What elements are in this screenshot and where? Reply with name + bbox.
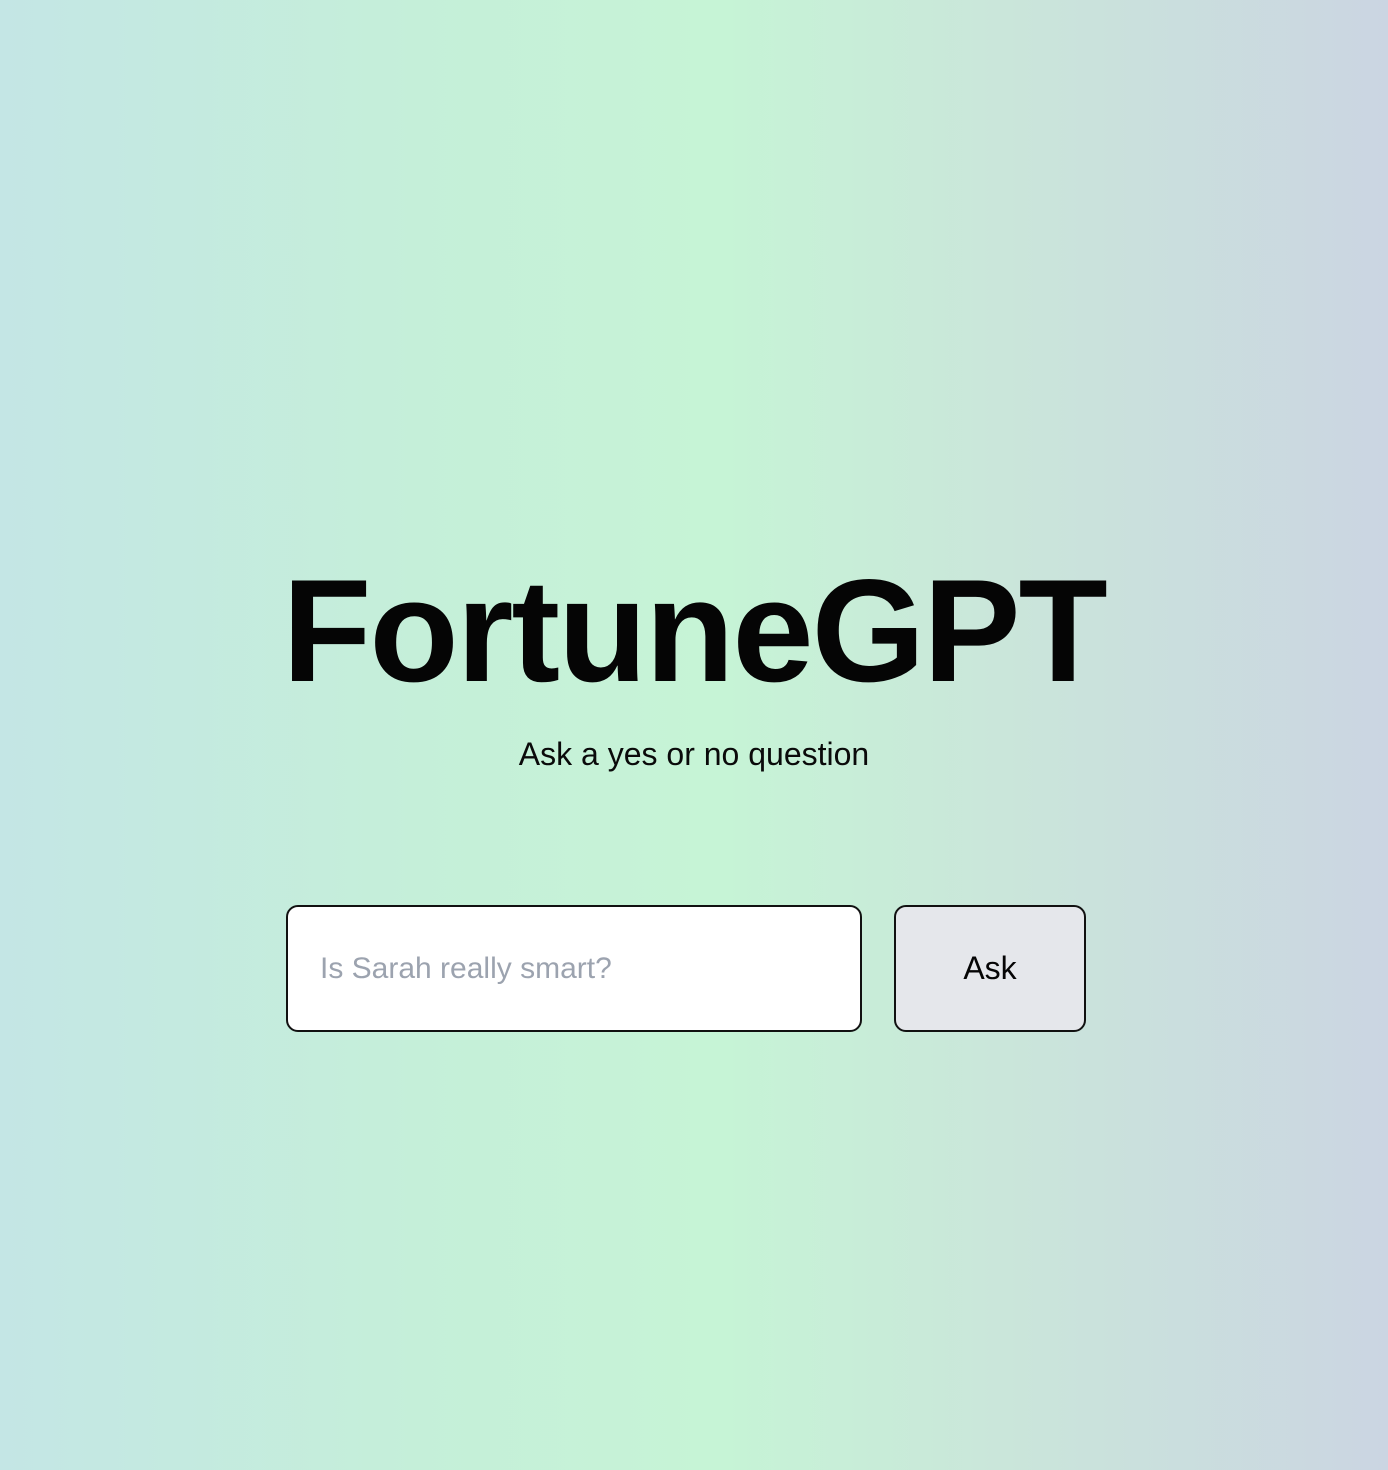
app-title: FortuneGPT [282, 549, 1108, 712]
question-input[interactable] [286, 905, 862, 1032]
app-subtitle: Ask a yes or no question [518, 736, 870, 772]
ask-button[interactable]: Ask [894, 905, 1086, 1032]
fortune-app: FortuneGPT Ask a yes or no question Ask [0, 0, 1388, 1470]
